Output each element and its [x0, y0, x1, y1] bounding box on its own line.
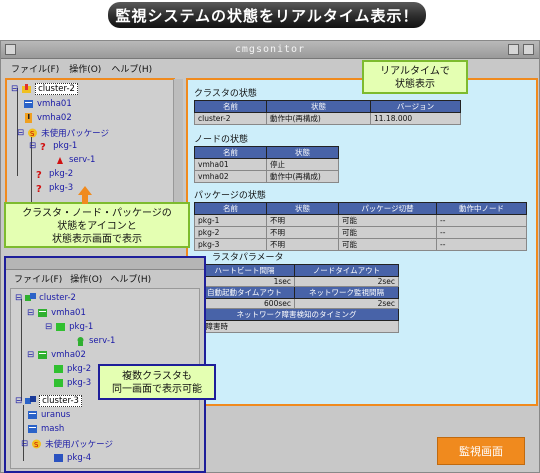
tree-item-uranus[interactable]: uranus — [27, 410, 70, 420]
tree-item-vmha02[interactable]: vmha02 — [23, 113, 72, 123]
expand-icon[interactable]: ⊟ — [27, 350, 34, 360]
svg-text:?: ? — [36, 170, 42, 179]
cluster-params-table: ハートビート間隔 ノードタイムアウト 1sec 2sec 自動起動タイムアウト … — [194, 264, 399, 333]
svg-text:?: ? — [40, 142, 46, 151]
callout-multi-cluster: 複数クラスタも 同一画面で表示可能 — [98, 364, 216, 400]
tree-item-serv-1[interactable]: serv-1 — [75, 336, 115, 346]
table-row: vmha01 停止 — [194, 158, 339, 171]
expand-icon[interactable]: ⊟ — [21, 439, 28, 449]
table-row: 600sec 2sec — [194, 298, 399, 309]
cluster-down-icon — [25, 396, 37, 404]
expand-icon[interactable]: ⊟ — [15, 396, 22, 406]
tree-item-mash[interactable]: mash — [27, 424, 64, 434]
node-ok-icon — [38, 351, 48, 359]
menu-file[interactable]: ファイル(F) — [11, 62, 59, 75]
expand-icon[interactable]: ⊟ — [45, 322, 52, 332]
service-icon — [57, 157, 63, 164]
banner-title: 監視システムの状態をリアルタイム表示！ — [108, 2, 426, 28]
menu-operation[interactable]: 操作(O) — [69, 62, 101, 75]
expand-icon[interactable]: ⊟ — [15, 293, 22, 303]
table-row: cluster-2 動作中(再構成) 11.18.000 — [194, 112, 461, 125]
tree-item-cluster-2[interactable]: ⊟ cluster-2 — [15, 293, 76, 303]
callout-icons: クラスタ・ノード・パッケージの 状態をアイコンと 状態表示画面で表示 — [4, 202, 190, 248]
callout-realtime: リアルタイムで 状態表示 — [362, 60, 468, 94]
tree-item-cluster-2[interactable]: ⊟ cluster-2 — [11, 83, 78, 95]
package-unknown-icon: ? — [36, 184, 42, 193]
table-row: 即障害時 — [194, 320, 399, 333]
tree-item-pkg-3[interactable]: pkg-3 — [53, 378, 91, 388]
tree-item-vmha01[interactable]: ⊟ vmha01 — [27, 308, 86, 318]
node-status-heading: ノードの状態 — [194, 135, 249, 145]
tree-item-cluster-3[interactable]: ⊟ cluster-3 — [15, 395, 82, 407]
cluster-ok-icon — [25, 293, 37, 301]
package-unknown-icon: ? — [40, 142, 46, 151]
node-status-table: 名前 状態 vmha01 停止 vmha02 動作中(再構成) — [194, 146, 339, 183]
package-ok-icon — [54, 379, 63, 387]
status-panel: クラスタの状態 名前 状態 バージョン cluster-2 動作中(再構成) 1… — [186, 78, 538, 406]
cluster-warning-icon — [22, 84, 32, 93]
package-group-icon: S — [28, 128, 38, 138]
menu-file[interactable]: ファイル(F) — [14, 272, 62, 285]
table-row: pkg-2 不明 可能 -- — [194, 226, 527, 239]
tree-item-vmha01[interactable]: vmha01 — [23, 99, 72, 109]
title-bar: cmgsonitor — [1, 41, 539, 59]
window-title: cmgsonitor — [234, 44, 306, 55]
cluster-status-heading: クラスタの状態 — [194, 89, 257, 99]
node-warning-icon — [25, 113, 32, 123]
tree-item-pkg-1[interactable]: ⊟ pkg-1 — [45, 322, 93, 332]
tree-item-pkg-2[interactable]: ? pkg-2 — [35, 169, 73, 179]
cluster-params-heading: ラスタパラメータ — [212, 253, 284, 263]
package-status-table: 名前 状態 パッケージ切替 動作中ノード pkg-1 不明 可能 -- pkg-… — [194, 202, 527, 251]
callout-arrow-up — [78, 186, 92, 204]
svg-text:S: S — [34, 441, 39, 449]
node-down-icon — [28, 411, 37, 419]
node-down-icon — [24, 100, 33, 108]
maximize-icon[interactable] — [523, 44, 534, 55]
package-ok-icon — [54, 365, 63, 373]
expand-icon[interactable]: ⊟ — [11, 84, 18, 94]
expand-icon[interactable]: ⊟ — [17, 128, 24, 138]
package-down-icon — [54, 454, 63, 462]
table-row: 1sec 2sec — [194, 276, 399, 287]
node-ok-icon — [38, 309, 48, 317]
title-bar — [6, 258, 204, 270]
tree-item-serv-1[interactable]: serv-1 — [55, 155, 95, 165]
cluster-status-table: 名前 状態 バージョン cluster-2 動作中(再構成) 11.18.000 — [194, 100, 461, 125]
package-group-icon: S — [32, 439, 42, 449]
service-ok-icon — [77, 337, 84, 346]
expand-icon[interactable]: ⊟ — [29, 141, 36, 151]
table-row: vmha02 動作中(再構成) — [194, 170, 339, 183]
expand-icon[interactable]: ⊟ — [27, 308, 34, 318]
tree-item-vmha02[interactable]: ⊟ vmha02 — [27, 350, 86, 360]
svg-text:?: ? — [36, 184, 42, 193]
tree-item-pkg-2[interactable]: pkg-2 — [53, 364, 91, 374]
package-status-heading: パッケージの状態 — [194, 191, 266, 201]
menu-bar: ファイル(F) 操作(O) ヘルプ(H) — [6, 270, 204, 286]
package-ok-icon — [56, 323, 66, 331]
table-row: pkg-3 不明 可能 -- — [194, 238, 527, 251]
menu-help[interactable]: ヘルプ(H) — [111, 62, 152, 75]
banner: 監視システムの状態をリアルタイム表示！ — [0, 0, 540, 34]
package-unknown-icon: ? — [36, 170, 42, 179]
tree-item-pkg-3[interactable]: ? pkg-3 — [35, 183, 73, 193]
table-row: pkg-1 不明 可能 -- — [194, 214, 527, 227]
monitor-screen-button[interactable]: 監視画面 — [437, 437, 525, 465]
menu-help[interactable]: ヘルプ(H) — [110, 272, 151, 285]
node-down-icon — [28, 425, 37, 433]
tree-item-unused-packages[interactable]: ⊟ S 未使用パッケージ — [21, 438, 113, 450]
tree-item-pkg-1[interactable]: ⊟ ? pkg-1 — [29, 141, 77, 151]
minimize-icon[interactable] — [508, 44, 519, 55]
tree-item-pkg-4[interactable]: pkg-4 — [53, 453, 91, 463]
menu-operation[interactable]: 操作(O) — [70, 272, 102, 285]
